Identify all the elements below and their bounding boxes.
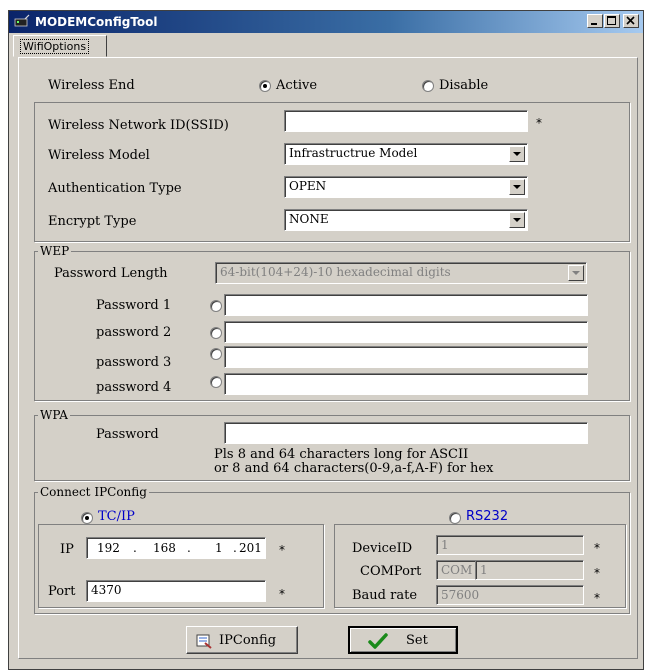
active-radio[interactable] (259, 80, 271, 92)
disable-radio-label[interactable]: Disable (439, 78, 488, 93)
minimize-button[interactable] (587, 14, 603, 28)
baud-rate-label: Baud rate (352, 588, 418, 603)
maximize-icon (607, 16, 616, 25)
ipconfig-icon (196, 634, 212, 649)
wireless-model-value: Infrastructrue Model (289, 146, 418, 160)
port-input[interactable]: 4370 (86, 580, 266, 602)
ssid-required-mark: * (536, 116, 542, 130)
password-length-select[interactable]: 64-bit(104+24)-10 hexadecimal digits (215, 262, 587, 284)
connect-ipconfig-title: Connect IPConfig (38, 485, 149, 499)
comport-required-mark: * (594, 566, 600, 580)
deviceid-required-mark: * (594, 541, 600, 555)
password-length-value: 64-bit(104+24)-10 hexadecimal digits (220, 265, 451, 279)
ip-dot: . (187, 541, 191, 555)
title-bar[interactable]: MODEMConfigTool (9, 11, 643, 33)
chevron-down-icon[interactable] (509, 212, 525, 228)
ip-required-mark: * (279, 543, 285, 557)
close-button[interactable] (623, 14, 639, 28)
chevron-down-icon[interactable] (568, 265, 584, 281)
auth-type-select[interactable]: OPEN (284, 176, 528, 198)
rs232-radio[interactable] (449, 512, 461, 524)
chevron-down-icon[interactable] (509, 146, 525, 162)
ipconfig-button-label: IPConfig (219, 633, 277, 648)
wep-password-3-input[interactable] (224, 346, 588, 368)
tcpip-radio-label[interactable]: TC/IP (98, 509, 135, 524)
auth-type-label: Authentication Type (48, 181, 182, 196)
window-title: MODEMConfigTool (35, 15, 158, 29)
wpa-group-title: WPA (38, 408, 70, 422)
encrypt-type-label: Encrypt Type (48, 214, 137, 229)
ip-octet-4: 201 (239, 541, 262, 555)
auth-type-value: OPEN (289, 179, 327, 193)
wpa-password-label: Password (96, 427, 159, 442)
encrypt-type-value: NONE (289, 212, 329, 226)
wpa-hint-line-2: or 8 and 64 characters(0-9,a-f,A-F) for … (214, 461, 494, 476)
wep-password-2-radio[interactable] (210, 327, 222, 339)
maximize-button[interactable] (604, 14, 620, 28)
port-label: Port (48, 584, 76, 599)
wep-password-2-label: password 2 (96, 325, 172, 340)
deviceid-input[interactable]: 1 (436, 535, 584, 555)
deviceid-label: DeviceID (352, 541, 413, 556)
baud-rate-required-mark: * (594, 591, 600, 605)
set-button-label: Set (406, 633, 428, 648)
ssid-label: Wireless Network ID(SSID) (48, 118, 229, 133)
wep-group-title: WEP (38, 244, 72, 258)
comport-input[interactable]: 1 (475, 560, 584, 580)
ipconfig-button[interactable]: IPConfig (186, 626, 298, 654)
chevron-down-icon[interactable] (509, 179, 525, 195)
tab-wifioptions-label: WifiOptions (20, 39, 90, 54)
wireless-model-label: Wireless Model (48, 148, 150, 163)
ip-dot: . (133, 541, 137, 555)
wep-password-1-radio[interactable] (210, 300, 222, 312)
ssid-input[interactable] (284, 110, 528, 132)
comport-prefix: COM (436, 560, 476, 580)
disable-radio[interactable] (422, 80, 434, 92)
wireless-model-select[interactable]: Infrastructrue Model (284, 143, 528, 165)
tab-wifioptions[interactable]: WifiOptions (13, 35, 107, 57)
wep-password-3-label: password 3 (96, 355, 172, 370)
wep-password-4-input[interactable] (224, 373, 588, 395)
wireless-end-label: Wireless End (48, 78, 135, 93)
wep-password-4-radio[interactable] (210, 376, 222, 388)
close-icon (626, 16, 635, 25)
active-radio-label[interactable]: Active (276, 78, 317, 93)
ip-octet-1: 192 (97, 541, 120, 555)
rs232-radio-label[interactable]: RS232 (466, 509, 508, 524)
wpa-password-input[interactable] (224, 422, 588, 444)
comport-label: COMPort (360, 564, 422, 579)
wpa-hint-line-1: Pls 8 and 64 characters long for ASCII (214, 447, 469, 462)
wep-password-3-radio[interactable] (210, 348, 222, 360)
app-icon (14, 14, 30, 27)
set-button[interactable]: Set (348, 626, 458, 654)
ip-label: IP (60, 542, 74, 557)
ip-dot: . (233, 541, 237, 555)
ip-octet-3: 1 (215, 541, 223, 555)
ip-octet-2: 168 (153, 541, 176, 555)
wep-password-4-label: password 4 (96, 380, 172, 395)
wep-password-2-input[interactable] (224, 321, 588, 343)
tcpip-radio[interactable] (81, 512, 93, 524)
minimize-icon (591, 23, 597, 25)
checkmark-icon (368, 633, 388, 649)
baud-rate-input[interactable]: 57600 (436, 585, 584, 605)
port-required-mark: * (279, 587, 285, 601)
wep-password-1-input[interactable] (224, 294, 588, 316)
wep-password-1-label: Password 1 (96, 298, 172, 313)
encrypt-type-select[interactable]: NONE (284, 209, 528, 231)
ip-address-input[interactable]: 192 . 168 . 1 . 201 (86, 537, 266, 559)
password-length-label: Password Length (54, 266, 168, 281)
